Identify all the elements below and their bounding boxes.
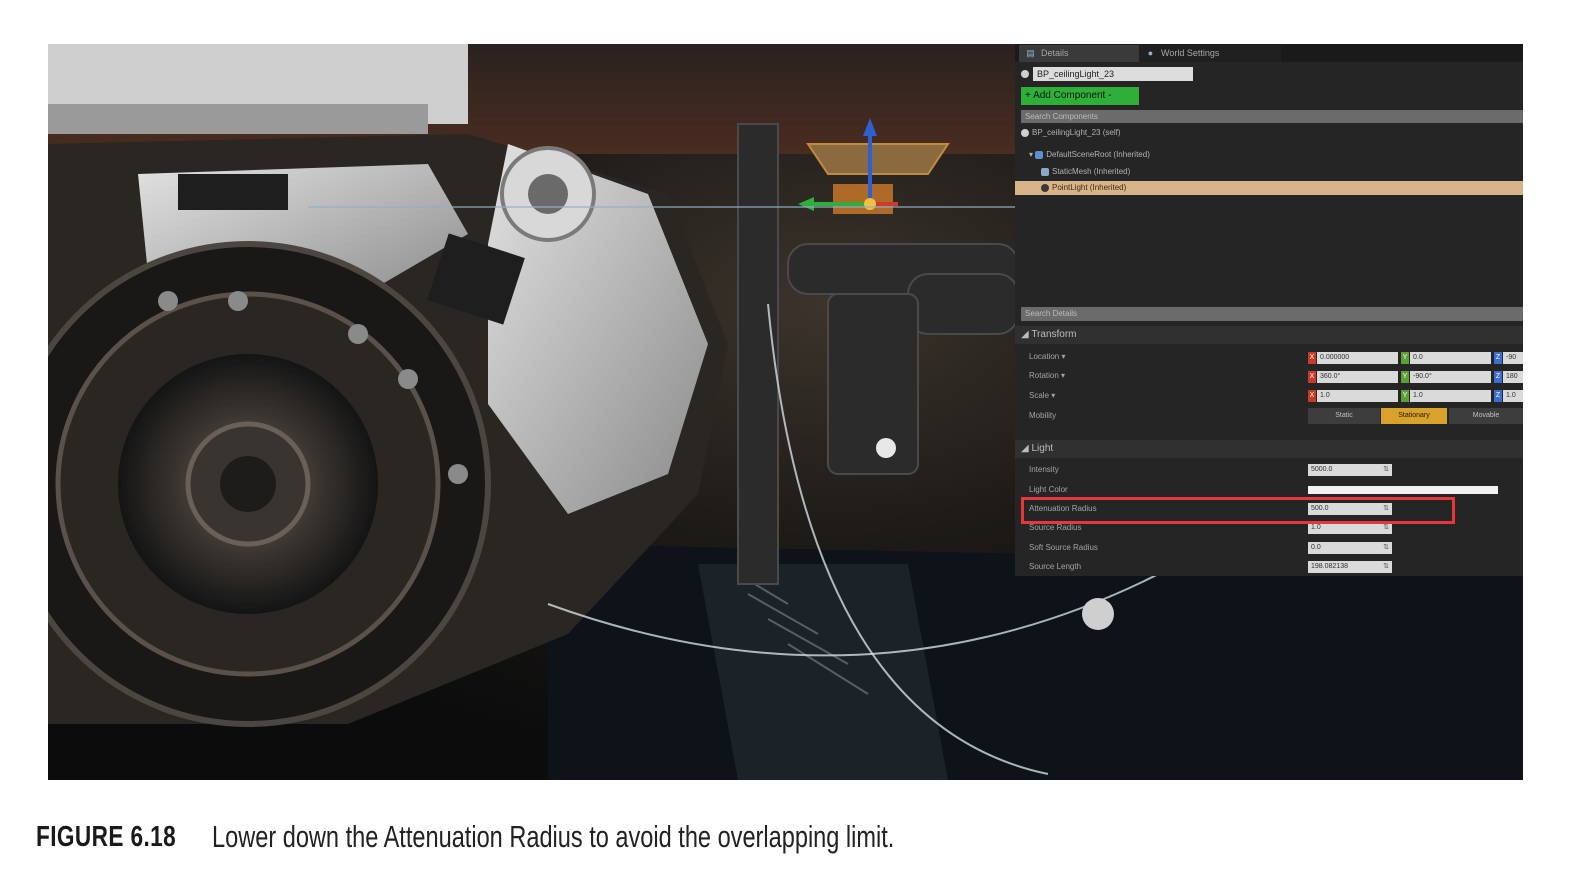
source-length-field[interactable]: 198.082138 ⇅ [1308, 561, 1392, 573]
category-title: Light [1031, 443, 1054, 454]
tab-world-settings-label: World Settings [1161, 48, 1220, 58]
spin-arrows-icon: ⇅ [1383, 563, 1389, 570]
location-z-value: -90 [1503, 352, 1523, 364]
search-components-input[interactable]: Search Components [1021, 110, 1523, 123]
tab-world-settings[interactable]: ● World Settings [1139, 45, 1281, 62]
mobility-movable-option[interactable]: Movable [1449, 408, 1523, 424]
tree-item-default-scene-root[interactable]: ▾ DefaultSceneRoot (Inherited) [1029, 148, 1150, 162]
rotation-x-field[interactable]: X 360.0° [1308, 371, 1398, 383]
collapse-arrow-icon: ◢ [1021, 329, 1029, 340]
x-axis-icon: X [1308, 352, 1316, 364]
tab-details-label: Details [1041, 48, 1069, 58]
globe-icon: ● [1147, 48, 1154, 58]
y-axis-icon: Y [1401, 371, 1409, 383]
scale-x-value: 1.0 [1317, 390, 1398, 402]
rotation-z-value: 180 [1503, 371, 1523, 383]
scale-label[interactable]: Scale ▾ [1029, 389, 1229, 403]
intensity-value: 5000.0 [1311, 466, 1333, 473]
intensity-label: Intensity [1029, 465, 1059, 474]
scale-x-field[interactable]: X 1.0 [1308, 390, 1398, 402]
source-length-value: 198.082138 [1311, 563, 1348, 570]
source-radius-value: 1.0 [1311, 524, 1321, 531]
location-y-field[interactable]: Y 0.0 [1401, 352, 1491, 364]
details-icon: ▤ [1026, 48, 1035, 58]
figure-caption: FIGURE 6.18 Lower down the Attenuation R… [36, 817, 894, 857]
actor-icon [1021, 70, 1029, 78]
panel-tab-bar: ▤ Details ● World Settings [1015, 44, 1523, 62]
spin-arrows-icon: ⇅ [1383, 544, 1389, 551]
location-z-field[interactable]: Z -90 [1494, 352, 1523, 364]
x-axis-icon: X [1308, 371, 1316, 383]
blueprint-icon [1021, 128, 1029, 137]
tree-item-label: PointLight (Inherited) [1052, 183, 1127, 192]
spin-arrows-icon: ⇅ [1383, 466, 1389, 473]
static-mesh-icon [1041, 167, 1049, 176]
tree-item-static-mesh[interactable]: StaticMesh (Inherited) [1041, 165, 1130, 179]
point-light-icon [1041, 183, 1049, 192]
rotation-z-field[interactable]: Z 180 [1494, 371, 1523, 383]
rotation-x-value: 360.0° [1317, 371, 1398, 383]
actor-name-field[interactable]: BP_ceilingLight_23 [1033, 67, 1193, 81]
y-axis-icon: Y [1401, 390, 1409, 402]
z-axis-icon: Z [1494, 352, 1502, 364]
attenuation-radius-highlight [1021, 497, 1455, 524]
figure-number: FIGURE 6.18 [36, 821, 177, 853]
tree-item-label: DefaultSceneRoot (Inherited) [1046, 150, 1150, 159]
tree-item-label: BP_ceilingLight_23 (self) [1032, 128, 1121, 137]
category-light[interactable]: ◢ Light [1015, 440, 1523, 458]
scale-y-field[interactable]: Y 1.0 [1401, 390, 1491, 402]
viewport-screenshot: ▤ Details ● World Settings BP_ceilingLig… [48, 44, 1523, 780]
intensity-field[interactable]: 5000.0 ⇅ [1308, 464, 1392, 476]
scale-z-value: 1.0 [1503, 390, 1523, 402]
location-label[interactable]: Location ▾ [1029, 350, 1229, 364]
light-color-label: Light Color [1029, 485, 1068, 494]
collapse-arrow-icon: ◢ [1021, 443, 1029, 454]
tab-details[interactable]: ▤ Details [1019, 45, 1159, 62]
rotation-y-value: -90.0° [1410, 371, 1491, 383]
scene-root-icon [1035, 150, 1044, 159]
actor-name-row: BP_ceilingLight_23 [1015, 64, 1523, 86]
tree-item-label: StaticMesh (Inherited) [1052, 167, 1131, 176]
location-x-value: 0.000000 [1317, 352, 1398, 364]
add-component-button[interactable]: + Add Component - [1021, 87, 1139, 105]
scale-z-field[interactable]: Z 1.0 [1494, 390, 1523, 402]
light-color-swatch[interactable] [1308, 486, 1498, 494]
mobility-static-option[interactable]: Static [1308, 408, 1380, 424]
category-transform[interactable]: ◢ Transform [1015, 326, 1523, 344]
source-length-label: Source Length [1029, 562, 1082, 571]
search-details-input[interactable]: Search Details [1021, 307, 1523, 321]
rotation-y-field[interactable]: Y -90.0° [1401, 371, 1491, 383]
expand-arrow-icon: ▾ [1029, 150, 1034, 159]
soft-source-radius-value: 0.0 [1311, 544, 1321, 551]
x-axis-icon: X [1308, 390, 1316, 402]
scale-y-value: 1.0 [1410, 390, 1491, 402]
z-axis-icon: Z [1494, 390, 1502, 402]
mobility-label: Mobility [1029, 411, 1057, 420]
soft-source-radius-field[interactable]: 0.0 ⇅ [1308, 542, 1392, 554]
tree-item-point-light[interactable]: PointLight (Inherited) [1015, 181, 1523, 195]
soft-source-radius-label: Soft Source Radius [1029, 543, 1098, 552]
z-axis-icon: Z [1494, 371, 1502, 383]
location-y-value: 0.0 [1410, 352, 1491, 364]
tree-item-blueprint-self[interactable]: BP_ceilingLight_23 (self) [1021, 126, 1121, 140]
location-x-field[interactable]: X 0.000000 [1308, 352, 1398, 364]
y-axis-icon: Y [1401, 352, 1409, 364]
rotation-label[interactable]: Rotation ▾ [1029, 369, 1229, 383]
caption-text: Lower down the Attenuation Radius to avo… [212, 819, 895, 854]
mobility-stationary-option[interactable]: Stationary [1381, 408, 1447, 424]
category-title: Transform [1031, 329, 1077, 340]
